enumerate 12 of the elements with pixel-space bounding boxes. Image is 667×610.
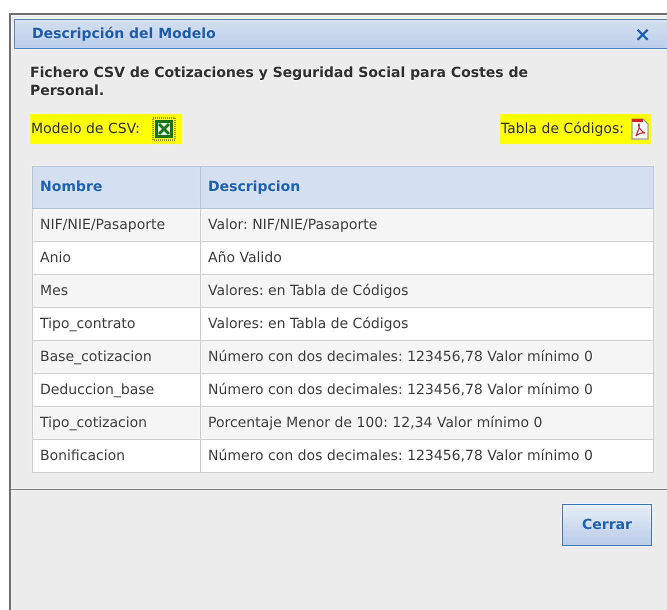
column-header: Nombre (32, 166, 200, 208)
close-button[interactable]: × (634, 24, 651, 44)
spreadsheet-icon[interactable] (152, 117, 176, 141)
column-header: Descripcion (200, 166, 654, 208)
dialog-title: Descripción del Modelo (32, 24, 216, 44)
table-cell: Bonificacion (32, 440, 200, 472)
close-dialog-button[interactable]: Cerrar (562, 504, 652, 546)
table-cell: Número con dos decimales: 123456,78 Valor mínimo 0 (200, 440, 654, 472)
csv-label: Modelo de CSV: (31, 120, 140, 138)
description-text: Fichero CSV de Cotizaciones y Seguridad Social para Costes de Personal. (30, 64, 529, 100)
codes-label: Tabla de Códigos: (500, 120, 624, 138)
pdf-icon[interactable] (630, 117, 650, 141)
